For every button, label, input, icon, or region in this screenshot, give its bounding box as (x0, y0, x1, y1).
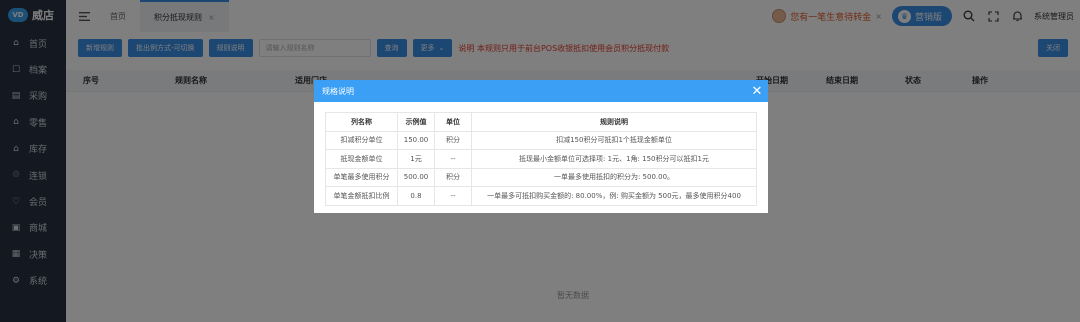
dialog-header: 规格说明 ✕ (314, 80, 768, 102)
sidebar-modal-dim (0, 0, 66, 322)
rule-cell-unit: -- (434, 149, 472, 169)
dialog-title: 规格说明 (322, 86, 354, 96)
rule-description-dialog: 规格说明 ✕ 列名称 示例值 单位 规则说明 扣减积分单位 150.00 积分 扣减1… (314, 80, 768, 213)
rules-table: 列名称 示例值 单位 规则说明 扣减积分单位 150.00 积分 扣减150积分可抵扣… (325, 112, 757, 206)
rule-cell-value: 0.8 (397, 186, 435, 206)
rule-cell-desc: 抵现最小金额单位可选择项: 1元、1角: 150积分可以抵扣1元 (471, 149, 757, 169)
column-header: 示例值 (397, 112, 435, 132)
rule-cell-desc: 扣减150积分可抵扣1个抵现金额单位 (471, 130, 757, 150)
rule-cell-value: 1元 (397, 149, 435, 169)
rule-cell-unit: 积分 (434, 167, 472, 187)
rules-table-row: 抵现金额单位 1元 -- 抵现最小金额单位可选择项: 1元、1角: 150积分可以抵扣… (325, 149, 757, 169)
rule-cell-unit: 积分 (434, 130, 472, 150)
rule-cell-desc: 一单最多可抵扣购买金额的: 80.00%，例: 购买金额为 500元，最多使用积… (471, 186, 757, 206)
column-header: 单位 (434, 112, 472, 132)
rule-cell-name: 单笔金额抵扣比例 (325, 186, 398, 206)
rules-table-row: 单笔金额抵扣比例 0.8 -- 一单最多可抵扣购买金额的: 80.00%，例: 购买金… (325, 186, 757, 206)
rules-table-header-row: 列名称 示例值 单位 规则说明 (325, 112, 757, 132)
column-header: 列名称 (325, 112, 398, 132)
rules-table-row: 扣减积分单位 150.00 积分 扣减150积分可抵扣1个抵现金额单位 (325, 130, 757, 150)
rule-cell-value: 150.00 (397, 130, 435, 150)
rule-cell-unit: -- (434, 186, 472, 206)
rule-cell-name: 抵现金额单位 (325, 149, 398, 169)
rule-cell-name: 扣减积分单位 (325, 130, 398, 150)
rule-cell-value: 500.00 (397, 167, 435, 187)
rules-table-row: 单笔最多使用积分 500.00 积分 一单最多使用抵扣的积分为: 500.00。 (325, 167, 757, 187)
rule-cell-name: 单笔最多使用积分 (325, 167, 398, 187)
column-header: 规则说明 (471, 112, 757, 132)
rule-cell-desc: 一单最多使用抵扣的积分为: 500.00。 (471, 167, 757, 187)
close-icon[interactable]: ✕ (746, 80, 768, 102)
